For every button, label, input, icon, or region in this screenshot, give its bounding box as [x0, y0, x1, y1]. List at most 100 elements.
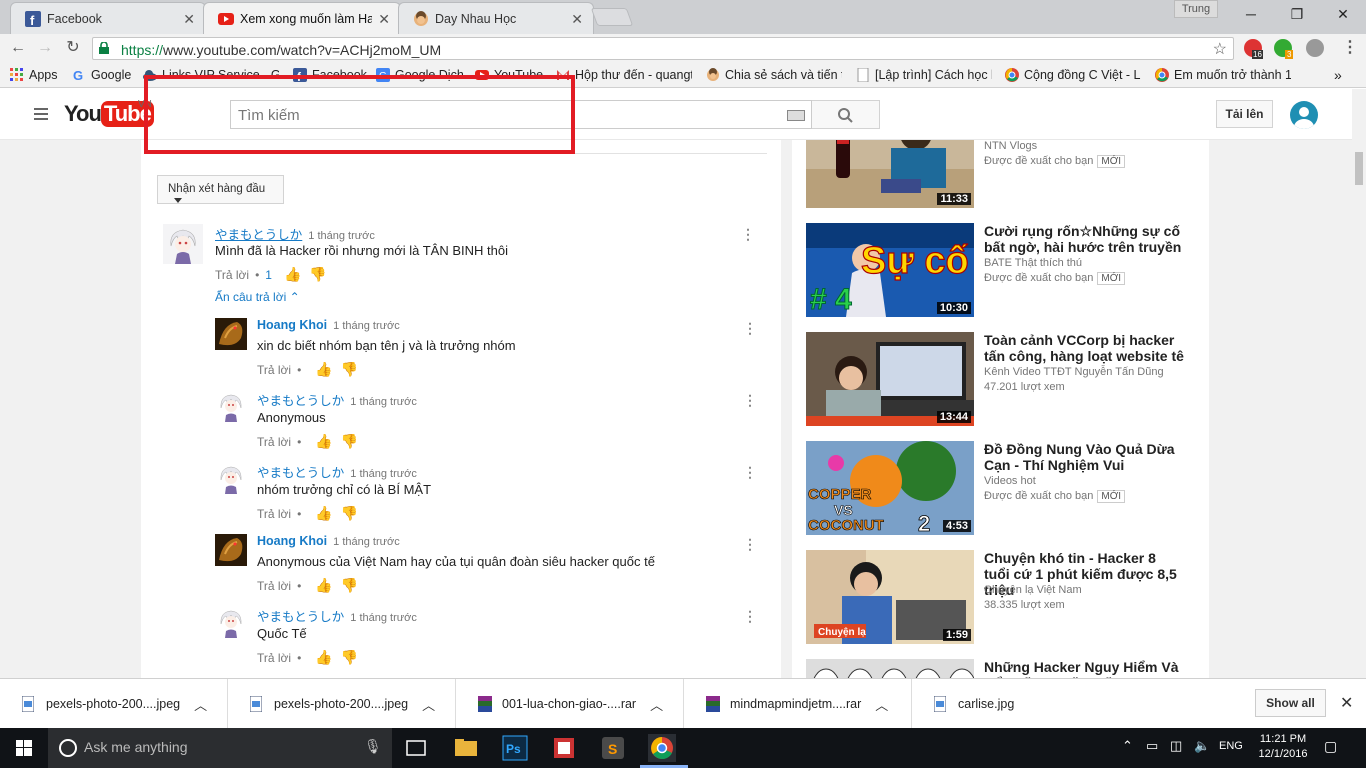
page-scrollbar[interactable]	[1352, 89, 1366, 678]
file-explorer-icon[interactable]	[452, 734, 480, 762]
bookmark-star-icon[interactable]: ☆	[1213, 39, 1227, 59]
sublime-text-icon[interactable]: S	[599, 734, 627, 762]
author-link[interactable]: Hoang Khoi	[257, 534, 327, 548]
author-link[interactable]: やまもとうしか	[215, 228, 302, 242]
chrome-taskbar-icon[interactable]	[648, 734, 676, 762]
download-item[interactable]: pexels-photo-200....jpeg ︿	[0, 679, 228, 729]
minimize-button[interactable]: ─	[1228, 0, 1274, 28]
video-thumbnail[interactable]: 11:33	[806, 140, 974, 208]
thumbs-up-icon[interactable]: 👍	[315, 505, 332, 522]
comment-more-icon[interactable]: ⋮	[743, 536, 757, 553]
more-bookmarks-icon[interactable]: »	[1334, 67, 1342, 83]
thumbs-down-icon[interactable]: 👎	[341, 649, 358, 666]
thumbs-down-icon[interactable]: 👎	[341, 433, 358, 450]
tab-youtube[interactable]: Xem xong muốn làm Hac ✕	[203, 2, 401, 34]
language-indicator[interactable]: ENG	[1219, 740, 1243, 752]
author-link[interactable]: Hoang Khoi	[257, 318, 327, 332]
hamburger-menu-icon[interactable]	[34, 108, 48, 120]
video-channel[interactable]: BATE Thật thích thú	[984, 257, 1082, 269]
profile-button[interactable]: Trung	[1174, 0, 1218, 18]
download-item[interactable]: 001-lua-chon-giao-....rar ︿	[456, 679, 684, 729]
thumbs-down-icon[interactable]: 👎	[341, 505, 358, 522]
address-bar[interactable]: https://www.youtube.com/watch?v=ACHj2moM…	[92, 37, 1234, 60]
forward-arrow-icon[interactable]: →	[33, 37, 57, 59]
maximize-button[interactable]: ❐	[1274, 0, 1320, 28]
author-link[interactable]: やまもとうしか	[257, 610, 344, 624]
hide-replies-link[interactable]: Ẩn câu trả lời ⌃	[215, 290, 300, 304]
bookmark-chia-se-sach[interactable]: Chia sẻ sách và tiến tr	[706, 67, 842, 83]
reply-button[interactable]: Trả lời	[257, 579, 291, 593]
task-view-icon[interactable]	[402, 734, 430, 762]
tab-close-icon[interactable]: ✕	[378, 11, 390, 28]
recommended-video[interactable]: Sự cố # 4 10:30 Cười rụng rốn☆Những sự cố b…	[806, 223, 1186, 318]
comment-time[interactable]: 1 tháng trước	[350, 396, 417, 408]
thumbs-up-icon[interactable]: 👍	[315, 433, 332, 450]
thumbs-up-icon[interactable]: 👍	[315, 649, 332, 666]
show-all-downloads-button[interactable]: Show all	[1255, 689, 1326, 717]
thumbs-down-icon[interactable]: 👎	[309, 266, 326, 283]
comment-more-icon[interactable]: ⋮	[743, 392, 757, 409]
thumbs-down-icon[interactable]: 👎	[341, 577, 358, 594]
bookmark-apps[interactable]: Apps	[10, 67, 58, 83]
close-downloads-icon[interactable]: ✕	[1340, 693, 1353, 713]
tab-close-icon[interactable]: ✕	[571, 11, 583, 28]
comment-time[interactable]: 1 tháng trước	[308, 230, 375, 242]
comment-time[interactable]: 1 tháng trước	[350, 612, 417, 624]
video-channel[interactable]: NTN Vlogs	[984, 140, 1037, 152]
author-link[interactable]: やまもとうしか	[257, 394, 344, 408]
avatar[interactable]	[215, 606, 247, 638]
recommended-video[interactable]: 13:44 Toàn cảnh VCCorp bị hacker tấn công…	[806, 332, 1186, 427]
avatar[interactable]	[163, 224, 203, 264]
comment-time[interactable]: 1 tháng trước	[350, 468, 417, 480]
sort-comments-button[interactable]: Nhận xét hàng đầu	[157, 175, 284, 204]
volume-icon[interactable]: 🔈	[1194, 738, 1210, 754]
cortana-search-box[interactable]: Ask me anything 🎙	[48, 728, 392, 768]
reply-button[interactable]: Trả lời	[257, 363, 291, 377]
thumbs-down-icon[interactable]: 👎	[341, 361, 358, 378]
reload-icon[interactable]: ↻	[61, 37, 85, 59]
keyboard-icon[interactable]	[787, 110, 805, 121]
comment-more-icon[interactable]: ⋮	[743, 464, 757, 481]
bookmark-em-muon[interactable]: Em muốn trở thành 1	[1155, 67, 1291, 83]
comment-more-icon[interactable]: ⋮	[743, 608, 757, 625]
video-title[interactable]: Đồ Đồng Nung Vào Quả Dừa Cạn - Thí Nghiệ…	[984, 441, 1184, 473]
account-avatar[interactable]	[1290, 101, 1318, 129]
chevron-up-icon[interactable]: ︿	[875, 695, 888, 714]
video-thumbnail[interactable]: Sự cố # 4 10:30	[806, 223, 974, 317]
video-channel[interactable]: Videos hot	[984, 475, 1036, 487]
author-link[interactable]: やまもとうしか	[257, 466, 344, 480]
system-clock[interactable]: 11:21 PM 12/1/2016	[1253, 732, 1313, 762]
comment-time[interactable]: 1 tháng trước	[333, 320, 400, 332]
video-title[interactable]: Toàn cảnh VCCorp bị hacker tấn công, hàn…	[984, 332, 1184, 364]
download-item[interactable]: mindmapmindjetm....rar ︿	[684, 679, 912, 729]
upload-button[interactable]: Tải lên	[1216, 100, 1273, 128]
video-title[interactable]: Cười rụng rốn☆Những sự cố bất ngờ, hài h…	[984, 223, 1184, 255]
close-window-button[interactable]: ✕	[1320, 0, 1366, 28]
download-item[interactable]: pexels-photo-200....jpeg ︿	[228, 679, 456, 729]
recommended-video[interactable]: Chuyện lạ 1:59 Chuyện khó tin - Hacker 8 t…	[806, 550, 1186, 645]
download-item[interactable]: carlise.jpg	[912, 679, 1140, 729]
video-title[interactable]: Những Hacker Nguy Hiểm Và Nổi Tiếng Nhất…	[984, 659, 1184, 678]
microphone-icon[interactable]: 🎙	[364, 738, 382, 755]
menu-kebab-icon[interactable]: ⋮	[1338, 37, 1362, 59]
thumbs-up-icon[interactable]: 👍	[284, 266, 301, 283]
reply-button[interactable]: Trả lời	[257, 435, 291, 449]
avatar[interactable]	[215, 534, 247, 566]
recommended-video[interactable]: Những Hacker Nguy Hiểm Và Nổi Tiếng Nhất…	[806, 659, 1186, 678]
thumbs-up-icon[interactable]: 👍	[315, 361, 332, 378]
video-thumbnail[interactable]: 13:44	[806, 332, 974, 426]
back-arrow-icon[interactable]: ←	[6, 37, 30, 59]
recommended-video[interactable]: COPPER VS COCONUT 2 4:53 Đồ Đồng Nung Vào Quả…	[806, 441, 1186, 536]
windows-start-icon[interactable]	[0, 728, 48, 768]
new-tab-button[interactable]	[590, 8, 634, 26]
search-button[interactable]	[812, 100, 880, 129]
video-channel[interactable]: Chuyện lạ Việt Nam	[984, 584, 1082, 596]
battery-icon[interactable]: ▭	[1146, 738, 1158, 754]
scrollbar-thumb[interactable]	[1355, 152, 1363, 185]
reply-button[interactable]: Trả lời	[257, 651, 291, 665]
bookmark-google[interactable]: G Google	[72, 67, 131, 83]
network-icon[interactable]: ◫	[1170, 738, 1182, 754]
extension-icon[interactable]	[1306, 39, 1324, 57]
comment-more-icon[interactable]: ⋮	[743, 320, 757, 337]
youtube-logo[interactable]: You Tube VN	[64, 99, 154, 129]
